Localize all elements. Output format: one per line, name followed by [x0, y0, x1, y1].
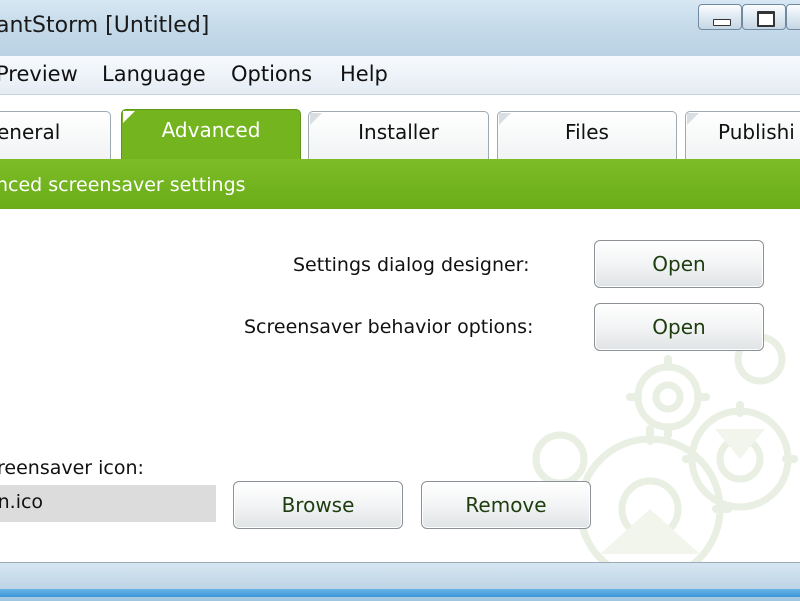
browse-button[interactable]: Browse — [233, 481, 403, 529]
tab-publishing[interactable]: Publishi — [685, 111, 800, 159]
tab-files-label: Files — [565, 120, 609, 144]
tab-corner-fold — [499, 113, 511, 125]
menu-bar: Preview Language Options Help — [0, 56, 800, 95]
tab-installer[interactable]: Installer — [308, 111, 489, 159]
open-behavior-options-button[interactable]: Open — [594, 303, 764, 351]
close-button[interactable] — [786, 4, 800, 30]
icon-path-value: on.ico — [0, 491, 44, 513]
maximize-icon — [757, 11, 775, 27]
tab-advanced-label: Advanced — [161, 118, 261, 142]
content-panel: Settings dialog designer: Open Screensav… — [0, 209, 800, 562]
menu-preview[interactable]: Preview — [0, 62, 78, 86]
section-header: nced screensaver settings — [0, 159, 800, 209]
tab-advanced[interactable]: Advanced — [121, 109, 301, 161]
open-settings-dialog-designer-button[interactable]: Open — [594, 240, 764, 288]
menu-help[interactable]: Help — [340, 62, 388, 86]
minimize-icon — [713, 19, 731, 26]
maximize-button[interactable] — [742, 4, 786, 30]
tab-corner-fold — [687, 113, 699, 125]
tab-publishing-label: Publishi — [718, 120, 795, 144]
tab-corner-fold — [123, 111, 135, 123]
minimize-button[interactable] — [698, 4, 742, 30]
screensaver-behavior-label: Screensaver behavior options: — [244, 316, 534, 338]
remove-button[interactable]: Remove — [421, 481, 591, 529]
icon-path-field[interactable]: on.ico — [0, 485, 216, 522]
tab-general[interactable]: eneral — [0, 111, 111, 159]
tab-files[interactable]: Files — [497, 111, 677, 159]
screensaver-icon-label: reensaver icon: — [0, 457, 144, 479]
window-bottom-frame — [0, 562, 800, 601]
section-header-text: nced screensaver settings — [0, 174, 246, 196]
tab-corner-fold — [310, 113, 322, 125]
taskbar-edge — [0, 589, 800, 597]
tab-general-label: eneral — [0, 120, 61, 144]
settings-dialog-designer-label: Settings dialog designer: — [293, 254, 530, 276]
menu-options[interactable]: Options — [231, 62, 312, 86]
menu-language[interactable]: Language — [102, 62, 206, 86]
window-title: antStorm [Untitled] — [0, 13, 210, 38]
title-bar: antStorm [Untitled] — [0, 0, 800, 56]
tab-installer-label: Installer — [358, 120, 439, 144]
tab-strip: eneral Advanced Installer Files Publishi — [0, 95, 800, 161]
